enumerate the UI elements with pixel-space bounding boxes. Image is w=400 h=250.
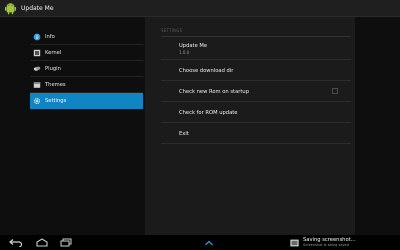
android-robot-icon[interactable]: [4, 2, 17, 15]
app-title: Update Me: [21, 4, 54, 12]
pref-title: Check new Rom on startup: [179, 89, 249, 95]
system-bar: Saving screenshot... Screenshot is being…: [0, 235, 400, 250]
back-icon[interactable]: [7, 237, 25, 248]
notification-subtitle: Screenshot is being saved: [303, 242, 349, 247]
section-divider: [161, 36, 351, 37]
nav-item-label: Settings: [45, 97, 67, 104]
notification-text: Saving screenshot... Screenshot is being…: [303, 237, 356, 248]
nav-item-label: Themes: [45, 81, 66, 88]
nav-item-themes[interactable]: Themes: [30, 77, 143, 93]
pref-exit[interactable]: Exit: [161, 123, 351, 144]
pref-title: Update Me: [179, 43, 208, 49]
settings-icon: [33, 97, 41, 105]
themes-icon: [33, 81, 41, 89]
nav-item-label: Info: [45, 33, 55, 40]
plugin-icon: [33, 65, 41, 73]
action-bar: Update Me: [0, 0, 400, 17]
nav-item-kernel[interactable]: Kernel: [30, 45, 143, 61]
nav-item-label: Kernel: [45, 49, 62, 56]
kernel-icon: [33, 49, 41, 57]
pref-update-me[interactable]: Update Me 1.0.0: [161, 38, 351, 60]
home-icon[interactable]: [33, 237, 51, 248]
pref-check-rom-update[interactable]: Check for ROM update: [161, 102, 351, 123]
nav-item-plugin[interactable]: Plugin: [30, 61, 143, 77]
pref-title: Choose download dir: [179, 68, 234, 74]
screenshot-icon: [290, 239, 299, 246]
main-content: Info Kernel Plugin Themes Settings SETTI…: [0, 17, 400, 235]
pref-summary: 1.0.0: [179, 50, 190, 55]
section-header: SETTINGS: [161, 28, 183, 33]
up-arrow-icon[interactable]: [203, 237, 215, 248]
nav-item-settings[interactable]: Settings: [30, 93, 143, 109]
left-nav-list: Info Kernel Plugin Themes Settings: [30, 29, 143, 109]
nav-item-info[interactable]: Info: [30, 29, 143, 45]
recent-apps-icon[interactable]: [57, 237, 75, 248]
pref-choose-download-dir[interactable]: Choose download dir: [161, 60, 351, 81]
info-icon: [33, 33, 41, 41]
checkbox[interactable]: [332, 88, 338, 94]
pref-title: Check for ROM update: [179, 110, 238, 116]
pref-check-rom-on-startup[interactable]: Check new Rom on startup: [161, 81, 351, 102]
nav-item-label: Plugin: [45, 65, 61, 72]
notification[interactable]: Saving screenshot... Screenshot is being…: [290, 236, 400, 249]
pref-title: Exit: [179, 131, 189, 137]
settings-panel: SETTINGS Update Me 1.0.0 Choose download…: [145, 17, 355, 235]
